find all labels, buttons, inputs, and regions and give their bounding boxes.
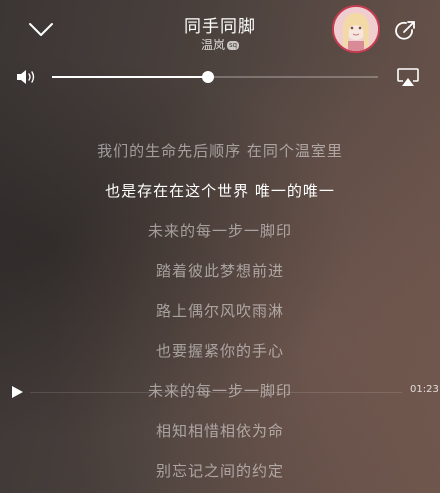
lyric-line[interactable]: 未来的每一步一脚印 [0,380,440,401]
lyric-line[interactable]: 相知相惜相依为命 [0,420,440,441]
volume-slider[interactable] [52,71,378,83]
seek-time: 01:23 [410,384,439,395]
speaker-icon [17,70,35,84]
quality-badge: sq [226,41,240,50]
lyric-line-previous [0,99,440,117]
lyrics-panel[interactable]: 我们的生命先后顺序 在同个温室里 也是存在在这个世界 唯一的唯一 未来的每一步一… [0,94,440,493]
airplay-icon [397,68,419,86]
lyric-line-current[interactable]: 也是存在在这个世界 唯一的唯一 [0,180,440,201]
play-icon [12,386,23,398]
volume-knob[interactable] [202,71,215,83]
volume-row [0,62,440,92]
lyric-line[interactable]: 未来的每一步一脚印 [0,220,440,241]
lyric-line[interactable]: 别忘记之间的约定 [0,460,440,481]
avatar[interactable] [332,5,380,53]
share-icon [395,21,415,40]
share-button[interactable] [392,18,418,44]
lyric-seek-line[interactable] [30,392,402,393]
play-from-line-button[interactable] [10,384,24,400]
volume-fill [52,76,209,78]
artist-name[interactable]: 温岚 [201,38,225,52]
airplay-button[interactable] [396,67,420,87]
lyric-line[interactable]: 也要握紧你的手心 [0,340,440,361]
player-header: 同手同脚 温岚 sq [0,0,440,62]
lyric-line[interactable]: 踏着彼此梦想前进 [0,260,440,281]
lyric-line[interactable]: 路上偶尔风吹雨淋 [0,300,440,321]
avatar-image [334,7,378,51]
lyric-line[interactable]: 我们的生命先后顺序 在同个温室里 [0,140,440,161]
